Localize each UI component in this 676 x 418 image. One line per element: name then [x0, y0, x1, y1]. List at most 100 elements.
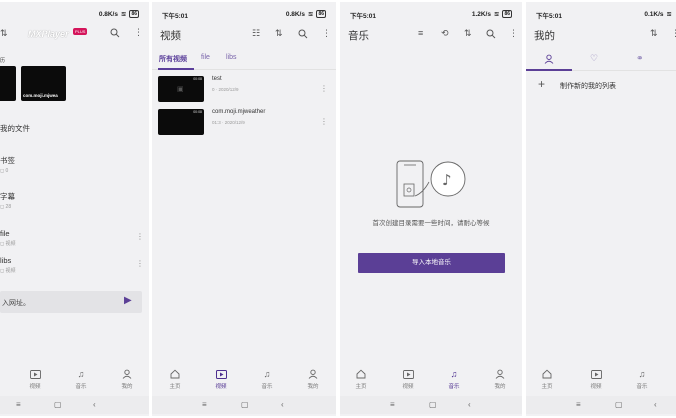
- menu-key-icon[interactable]: ≡: [576, 400, 581, 409]
- system-nav-bar: ≡ ▢ ‹: [0, 396, 149, 414]
- nav-home[interactable]: 主页: [160, 368, 190, 390]
- plus-icon: +: [538, 77, 546, 91]
- video-title: test: [212, 76, 222, 82]
- menu-item-bookmarks[interactable]: 书签 ◻ 0: [0, 155, 149, 174]
- nav-mine[interactable]: 我的: [298, 368, 328, 390]
- home-key-icon[interactable]: ▢: [241, 400, 249, 409]
- sort-icon[interactable]: ⇅: [464, 28, 472, 39]
- video-icon: [393, 368, 423, 380]
- view-mode-icon[interactable]: ☷: [252, 28, 260, 39]
- nav-music[interactable]: ♫ 音乐: [627, 368, 657, 390]
- home-key-icon[interactable]: ▢: [429, 400, 437, 409]
- playlist-icon[interactable]: ≡: [418, 28, 423, 38]
- app-bar: 视频 ☷ ⇅ ⋮: [152, 24, 336, 46]
- mine-screen: 下午5:01 0.1K/s ≋ 我的 ⇅ ⋮ ♡ ⚭ + 制作新的我的列表 主页…: [526, 2, 676, 416]
- play-icon[interactable]: ▶: [124, 295, 132, 306]
- nav-music[interactable]: ♫ 音乐: [439, 368, 469, 390]
- home-icon: [160, 368, 190, 380]
- video-meta: 0 · 2020/12/9: [212, 87, 239, 92]
- tab-links-link-icon[interactable]: ⚭: [636, 53, 644, 64]
- more-icon[interactable]: ⋮: [320, 84, 328, 93]
- tab-file[interactable]: file: [201, 54, 210, 61]
- sort-icon[interactable]: ⇅: [275, 28, 283, 39]
- nav-music[interactable]: ♫ 音乐: [252, 368, 282, 390]
- more-icon[interactable]: ⋮: [671, 28, 676, 39]
- video-duration: 00:08: [193, 110, 202, 114]
- recent-video-thumb[interactable]: com.moji.mjwea: [21, 66, 66, 101]
- app-bar: ⇅ MXPlayer PLUS ⋮: [0, 24, 149, 46]
- home-key-icon[interactable]: ▢: [54, 400, 62, 409]
- nav-videos[interactable]: 视频: [393, 368, 423, 390]
- more-icon[interactable]: ⋮: [322, 28, 331, 39]
- app-logo: MXPlayer: [28, 29, 69, 39]
- more-icon[interactable]: ⋮: [136, 259, 144, 268]
- more-icon[interactable]: ⋮: [320, 117, 328, 126]
- back-key-icon[interactable]: ‹: [281, 400, 284, 409]
- nav-label: 视频: [402, 384, 414, 390]
- import-local-music-button[interactable]: 导入本地音乐: [358, 253, 505, 273]
- wifi-icon: ≋: [666, 11, 672, 18]
- url-input[interactable]: 入网址。 ▶: [0, 291, 142, 313]
- video-icon: [581, 368, 611, 380]
- tab-profile-person-icon[interactable]: [544, 54, 554, 64]
- person-icon: [298, 368, 328, 380]
- sort-icon[interactable]: ⇅: [650, 28, 658, 39]
- menu-key-icon[interactable]: ≡: [202, 400, 207, 409]
- nav-videos[interactable]: 视频: [20, 368, 50, 390]
- videos-screen: 下午5:01 0.8K/s ≋ 86 视频 ☷ ⇅ ⋮ 所有视频 file li…: [152, 2, 336, 416]
- video-meta: 01:3 · 2020/12/9: [212, 120, 245, 125]
- menu-item-subtitles[interactable]: 字幕 ◻ 28: [0, 191, 149, 210]
- bookmark-count: 0: [5, 168, 9, 174]
- more-icon[interactable]: ⋮: [136, 232, 144, 241]
- music-empty-illustration: ♪: [393, 160, 469, 217]
- repeat-icon[interactable]: ⟲: [441, 28, 449, 39]
- app-bar: 音乐 ≡ ⟲ ⇅ ⋮: [340, 24, 522, 46]
- nav-label: 音乐: [75, 384, 87, 390]
- tab-libs[interactable]: libs: [226, 54, 237, 61]
- recent-video-thumb[interactable]: [0, 66, 16, 101]
- tab-indicator: [158, 68, 194, 70]
- search-icon[interactable]: [298, 29, 308, 39]
- nav-label: 我的: [307, 384, 319, 390]
- nav-label: 视频: [29, 384, 41, 390]
- back-key-icon[interactable]: ‹: [93, 400, 96, 409]
- more-icon[interactable]: ⋮: [509, 28, 518, 39]
- folder-tabs: 所有视频 file libs: [152, 52, 336, 70]
- folder-type: 视频: [5, 241, 16, 247]
- network-speed: 0.8K/s: [98, 10, 118, 18]
- folder-item-file[interactable]: file ◻ 视频 ⋮: [0, 229, 149, 247]
- more-icon[interactable]: ⋮: [134, 27, 143, 38]
- nav-videos[interactable]: 视频: [581, 368, 611, 390]
- tab-all-videos[interactable]: 所有视频: [159, 54, 187, 64]
- menu-label: 我的文件: [0, 124, 30, 133]
- nav-music[interactable]: ♫ 音乐: [66, 368, 96, 390]
- nav-videos[interactable]: 视频: [206, 368, 236, 390]
- folder-item-libs[interactable]: libs ◻ 视频 ⋮: [0, 256, 149, 274]
- network-speed: 1.2K/s: [471, 10, 491, 18]
- nav-home[interactable]: 主页: [532, 368, 562, 390]
- music-icon: ♫: [450, 369, 458, 379]
- back-key-icon[interactable]: ‹: [468, 400, 471, 409]
- video-icon: [20, 368, 50, 380]
- nav-mine[interactable]: 我的: [485, 368, 515, 390]
- video-item[interactable]: 00:08 com.moji.mjweather 01:3 · 2020/12/…: [158, 109, 330, 137]
- video-item[interactable]: 00:08 ▣ test 0 · 2020/12/9 ⋮: [158, 76, 330, 104]
- menu-key-icon[interactable]: ≡: [16, 400, 21, 409]
- nav-mine[interactable]: 我的: [112, 368, 142, 390]
- back-key-icon[interactable]: ‹: [654, 400, 657, 409]
- nav-label: 我的: [494, 384, 506, 390]
- search-icon[interactable]: [110, 28, 120, 38]
- home-key-icon[interactable]: ▢: [615, 400, 623, 409]
- menu-key-icon[interactable]: ≡: [390, 400, 395, 409]
- menu-item-my-files[interactable]: 我的文件: [0, 123, 149, 134]
- system-nav-bar: ≡ ▢ ‹: [152, 396, 336, 414]
- search-icon[interactable]: [486, 29, 496, 39]
- status-bar: 下午5:01 0.8K/s ≋ 86: [152, 6, 336, 20]
- nav-home[interactable]: 主页: [346, 368, 376, 390]
- empty-state-text: 首次创建目录需要一些时间，请耐心等候: [372, 220, 490, 227]
- music-screen: 下午5:01 1.2K/s ≋ 86 音乐 ≡ ⟲ ⇅ ⋮ ♪ 首次创建目录需要…: [340, 2, 522, 416]
- tab-favorites-heart-icon[interactable]: ♡: [590, 53, 598, 64]
- nav-label: 音乐: [636, 384, 648, 390]
- music-icon: ♫: [638, 369, 646, 379]
- sort-icon[interactable]: ⇅: [0, 28, 8, 39]
